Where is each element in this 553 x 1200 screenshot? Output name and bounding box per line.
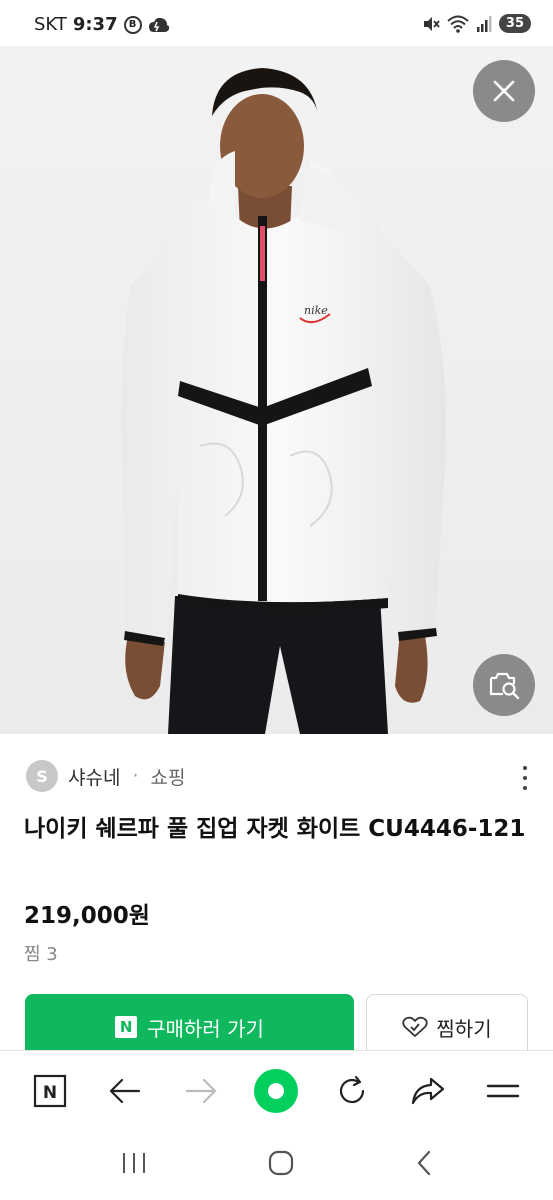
nike-logo: nike (304, 304, 328, 317)
hamburger-menu-icon (486, 1084, 520, 1097)
system-nav-bar (0, 1130, 553, 1200)
seller-separator: · (132, 765, 139, 787)
seller-category: 쇼핑 (150, 766, 186, 789)
recent-apps-icon (122, 1153, 145, 1173)
close-button[interactable] (473, 60, 535, 122)
more-dot (523, 776, 527, 780)
green-dot-icon (254, 1068, 299, 1113)
seller-row[interactable]: S 샤슈네 · 쇼핑 (26, 760, 185, 792)
arrow-left-icon (110, 1078, 141, 1103)
green-dot-button[interactable] (246, 1061, 306, 1121)
more-dot (523, 766, 527, 770)
status-left: SKT 9:37 B (34, 14, 170, 35)
clock: 9:37 (72, 14, 118, 35)
buy-button-label: 구매하러 가기 (147, 1016, 264, 1041)
share-icon (411, 1077, 444, 1104)
naver-home-button[interactable]: N (20, 1061, 80, 1121)
green-dot-center (268, 1082, 285, 1099)
weather-cloud-icon (148, 17, 169, 32)
back-button[interactable] (95, 1061, 155, 1121)
n-logo-icon: N (33, 1074, 66, 1107)
more-options-button[interactable] (514, 764, 536, 792)
system-back-button[interactable] (414, 1149, 434, 1181)
refresh-icon (339, 1075, 365, 1103)
browser-toolbar: N (0, 1050, 553, 1130)
close-icon (493, 80, 515, 102)
product-image[interactable]: nike (0, 46, 553, 734)
share-button[interactable] (398, 1061, 458, 1121)
like-count: 찜 3 (24, 944, 58, 965)
menu-button[interactable] (473, 1061, 533, 1121)
status-bar: SKT 9:37 B 35 (0, 0, 553, 46)
naver-pay-badge: N (115, 1016, 138, 1038)
forward-button[interactable] (171, 1061, 231, 1121)
refresh-button[interactable] (322, 1061, 382, 1121)
recent-apps-button[interactable] (120, 1150, 148, 1180)
notification-badge-icon: B (123, 15, 142, 34)
arrow-right-icon (185, 1078, 217, 1103)
battery-indicator: 35 (498, 14, 531, 33)
mute-icon (423, 16, 440, 31)
product-title: 나이키 쉐르파 풀 집업 자켓 화이트 CU4446-121 (24, 816, 526, 842)
status-right: 35 (422, 14, 531, 33)
seller-name[interactable]: 샤슈네 (68, 763, 120, 790)
image-search-button[interactable] (473, 654, 535, 716)
wifi-icon (447, 15, 469, 33)
heart-tag-icon (402, 1016, 429, 1037)
wishlist-button-label: 찜하기 (436, 1016, 492, 1041)
carrier-label: SKT (34, 14, 67, 35)
signal-icon (476, 15, 492, 32)
product-price: 219,000원 (24, 903, 150, 929)
svg-text:N: N (43, 1083, 57, 1103)
home-icon (268, 1150, 293, 1176)
more-dot (523, 786, 527, 790)
seller-avatar: S (26, 760, 58, 792)
home-button[interactable] (267, 1149, 295, 1181)
jacket-photo: nike (0, 46, 553, 734)
image-search-icon (489, 672, 520, 700)
chevron-left-icon (417, 1150, 430, 1176)
